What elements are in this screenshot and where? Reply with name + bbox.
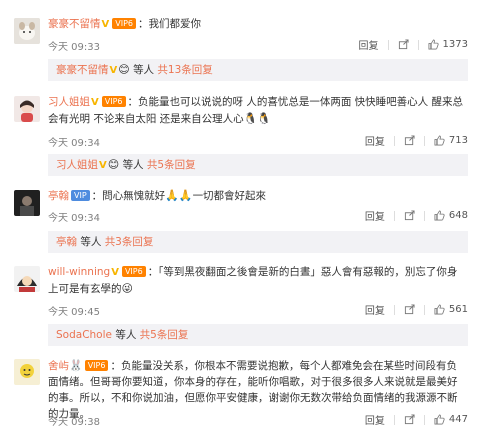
divider — [393, 414, 395, 425]
emoji-icon: 😜 — [121, 282, 133, 295]
share-icon[interactable] — [404, 135, 415, 146]
reply-count-link[interactable]: 共5条回复 — [147, 159, 196, 171]
reply-button[interactable]: 回复 — [365, 208, 385, 223]
timestamp: 今天 09:38 — [48, 417, 100, 428]
verified-v-icon: V — [91, 97, 99, 108]
divider — [423, 304, 425, 315]
reply-button[interactable]: 回复 — [365, 302, 385, 317]
reply-username[interactable]: 习人姐姐 — [56, 159, 98, 171]
timestamp: 今天 09:34 — [48, 213, 100, 224]
reply-username[interactable]: 亭翰 — [56, 236, 77, 248]
comment-actions: 回复 648 — [365, 208, 468, 223]
reply-username[interactable]: 豪豪不留情 — [56, 64, 109, 76]
reply-summary-text: SodaChole 等人 共5条回复 — [56, 328, 188, 342]
emoji-icon: 😊 — [118, 63, 130, 76]
share-icon[interactable] — [404, 210, 415, 221]
emoji-icon: 🐰 — [69, 359, 83, 372]
thumbs-up-icon[interactable] — [434, 135, 445, 146]
timestamp: 今天 09:34 — [48, 138, 100, 149]
divider — [393, 210, 395, 221]
emoji-icon: 😊 — [107, 158, 120, 171]
reply-button[interactable]: 回复 — [365, 133, 385, 148]
thumbs-up-icon[interactable] — [434, 304, 445, 315]
reply-summary-text: 习人姐姐V😊 等人 共5条回复 — [56, 158, 196, 173]
comment-text: ：我们都爱你 — [138, 18, 201, 30]
reply-username[interactable]: SodaChole — [56, 329, 112, 341]
share-icon[interactable] — [398, 39, 409, 50]
vip-badge-icon: VIP6 — [112, 18, 136, 29]
username-link[interactable]: 舍屿 — [48, 360, 69, 372]
thumbs-up-icon[interactable] — [434, 210, 445, 221]
share-icon[interactable] — [404, 414, 415, 425]
comment-actions: 回复 713 — [365, 133, 468, 148]
divider — [393, 135, 395, 146]
emoji-icon: 🙏🙏 — [165, 189, 193, 202]
like-count: 648 — [448, 210, 468, 221]
reply-button[interactable]: 回复 — [365, 412, 385, 427]
comment-4: will-winningV VIP6 ：「等到黑夜翻面之後會是新的白晝」惡人會有惡報… — [0, 260, 480, 355]
vip-badge-icon: VIP — [71, 190, 90, 201]
reply-summary-text: 亭翰 等人 共3条回复 — [56, 235, 153, 249]
comment-5: 舍屿🐰 VIP6 ：负能量没关系，你根本不需要说抱歉，每个人都难免会在某些时间段有负… — [0, 355, 480, 435]
reply-summary[interactable]: 亭翰 等人 共3条回复 — [48, 231, 468, 253]
divider — [387, 39, 389, 50]
vip-badge-icon: VIP6 — [121, 266, 146, 277]
like-count: 561 — [448, 304, 468, 315]
comment-text: ：問心無愧就好 — [91, 190, 166, 202]
comment-text-line: 习人姐姐V VIP6 ：负能量也可以说说的呀 人的喜忧总是一体两面 快快睡吧善心人 … — [48, 94, 466, 127]
comment-2: 习人姐姐V VIP6 ：负能量也可以说说的呀 人的喜忧总是一体两面 快快睡吧善心人 … — [0, 82, 480, 182]
verified-v-icon: V — [111, 267, 119, 278]
verified-v-icon: V — [109, 65, 118, 76]
comment-actions: 回复 1373 — [359, 37, 468, 52]
divider — [423, 135, 425, 146]
thumbs-up-icon[interactable] — [428, 39, 439, 50]
reply-count-link[interactable]: 共3条回复 — [105, 236, 154, 248]
avatar[interactable] — [14, 190, 40, 216]
username-link[interactable]: 习人姐姐 — [48, 96, 90, 108]
reply-others: 等人 — [133, 64, 155, 76]
emoji-icon: 🐧🐧 — [243, 112, 272, 125]
divider — [423, 414, 425, 425]
like-count: 713 — [448, 135, 468, 146]
verified-v-icon: V — [101, 19, 110, 30]
reply-count-link[interactable]: 共5条回复 — [140, 329, 189, 341]
comment-actions: 回复 561 — [365, 302, 468, 317]
username-link[interactable]: 亭翰 — [48, 190, 69, 202]
vip-badge-icon: VIP6 — [101, 96, 126, 107]
comment-3: 亭翰 VIP ：問心無愧就好🙏🙏一切都會好起來 今天 09:34 回复 648 亭翰… — [0, 182, 480, 260]
comment-text-line: 亭翰 VIP ：問心無愧就好🙏🙏一切都會好起來 — [48, 188, 466, 204]
divider — [417, 39, 419, 50]
reply-others: 等人 — [122, 159, 144, 171]
share-icon[interactable] — [404, 304, 415, 315]
reply-button[interactable]: 回复 — [359, 37, 379, 52]
avatar[interactable] — [14, 266, 40, 292]
comment-actions: 回复 447 — [365, 412, 468, 427]
reply-count-link[interactable]: 共13条回复 — [157, 64, 212, 76]
comment-1: 豪豪不留情V VIP6 ：我们都爱你 今天 09:33 回复 1373 豪豪不留情V… — [0, 0, 480, 82]
reply-summary-text: 豪豪不留情V😊 等人 共13条回复 — [56, 63, 213, 78]
like-count: 447 — [448, 414, 468, 425]
avatar[interactable] — [14, 18, 40, 44]
avatar[interactable] — [14, 96, 40, 122]
like-count: 1373 — [442, 39, 468, 50]
timestamp: 今天 09:33 — [48, 42, 100, 53]
username-link[interactable]: 豪豪不留情 — [48, 18, 101, 30]
divider — [393, 304, 395, 315]
verified-v-icon: V — [99, 160, 107, 171]
timestamp: 今天 09:45 — [48, 307, 100, 318]
vip-badge-icon: VIP6 — [84, 360, 109, 371]
comment-text-line: 豪豪不留情V VIP6 ：我们都爱你 — [48, 16, 466, 33]
comment-text-line: will-winningV VIP6 ：「等到黑夜翻面之後會是新的白晝」惡人會有惡報… — [48, 264, 466, 297]
comment-text-continued: 一切都會好起來 — [192, 190, 267, 202]
reply-others: 等人 — [80, 236, 102, 248]
username-link[interactable]: will-winning — [48, 266, 110, 278]
reply-summary[interactable]: SodaChole 等人 共5条回复 — [48, 324, 468, 346]
comment-text: ：负能量没关系，你根本不需要说抱歉，每个人都难免会在某些时间段有负面情绪。但哥哥… — [48, 360, 458, 420]
reply-summary[interactable]: 习人姐姐V😊 等人 共5条回复 — [48, 154, 468, 176]
thumbs-up-icon[interactable] — [434, 414, 445, 425]
divider — [423, 210, 425, 221]
avatar[interactable] — [14, 359, 40, 385]
reply-summary[interactable]: 豪豪不留情V😊 等人 共13条回复 — [48, 59, 468, 81]
reply-others: 等人 — [115, 329, 137, 341]
